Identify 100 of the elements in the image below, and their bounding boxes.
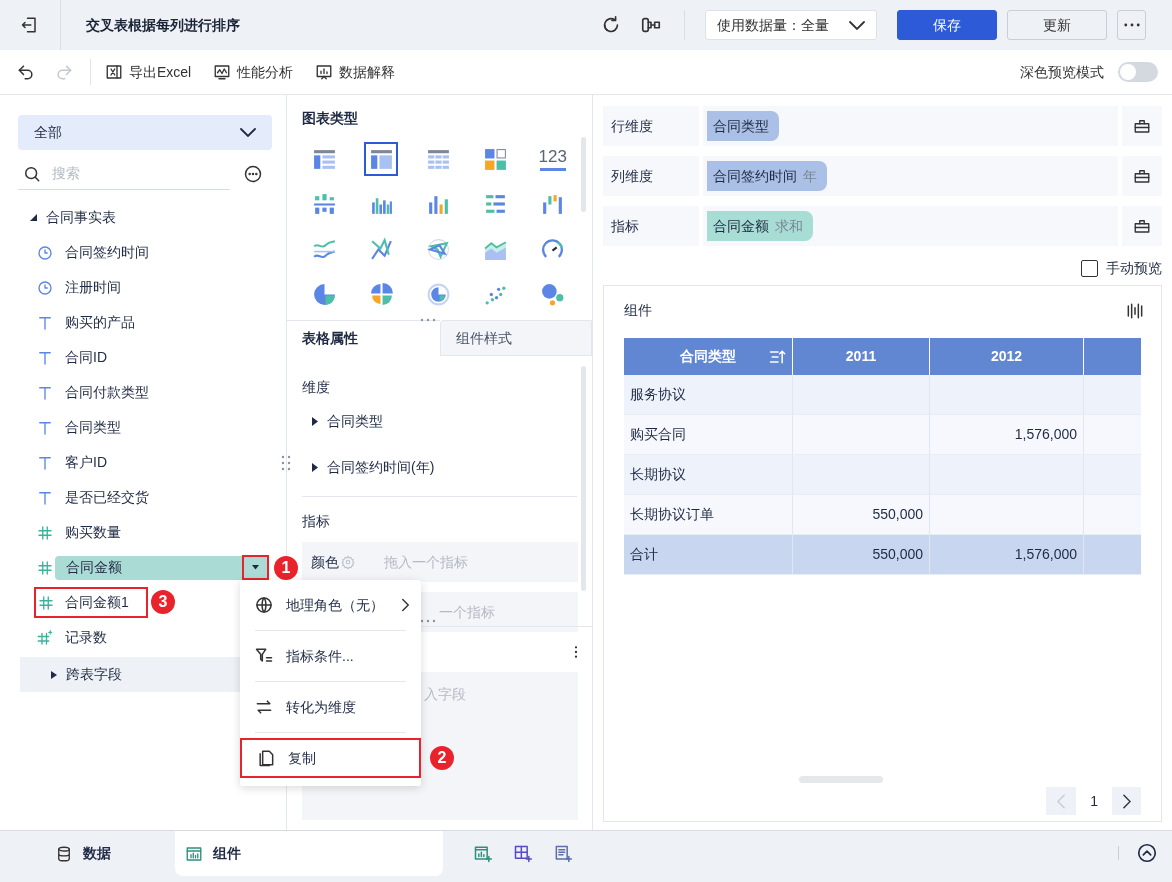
field-pill[interactable]: 合同金额 求和 (707, 211, 813, 241)
line-chart-icon (213, 63, 232, 81)
table-cell: 服务协议 (624, 375, 793, 414)
save-button[interactable]: 保存 (897, 10, 997, 40)
bar-chart-icon (315, 63, 334, 81)
drop-field[interactable]: 颜色 拖入一个指标 (302, 542, 578, 582)
explain-button[interactable]: 数据解释 (315, 61, 396, 83)
table-cell: 1,576,000 (930, 415, 1084, 454)
table-cell: 购买合同 (624, 415, 793, 454)
pill-label: 合同金额 (713, 216, 769, 236)
table-group-label: 跨表字段 (66, 665, 122, 684)
field-label[interactable]: 合同签约时间 (65, 242, 149, 263)
undo-icon (16, 62, 36, 82)
panel-tab[interactable]: 组件样式 (440, 320, 592, 356)
caret-right-icon[interactable] (50, 670, 58, 679)
grouped-chart-icon (311, 191, 337, 217)
swap-icon (254, 697, 274, 717)
field-menu-button[interactable] (242, 555, 269, 580)
placeholder-text: 拖入一个指标 (384, 552, 468, 572)
field-pill[interactable]: 合同签约时间 年 (707, 161, 827, 191)
field-pill[interactable]: 合同类型 (707, 111, 779, 141)
pie-chart-icon (311, 281, 337, 307)
hash-icon (36, 523, 54, 542)
scope-dropdown[interactable]: 全部 (18, 115, 272, 150)
scrollbar[interactable] (581, 137, 586, 212)
report-title: 交叉表根据每列进行排序 (86, 15, 240, 35)
dark-preview-toggle[interactable] (1118, 62, 1158, 82)
data-volume-dropdown[interactable]: 使用数据量：全量 (705, 10, 877, 40)
resize-handle-icon[interactable] (280, 454, 292, 472)
checkbox[interactable] (1081, 259, 1098, 277)
next-page-button[interactable] (1112, 787, 1141, 815)
clock-icon (36, 243, 54, 262)
excel-button[interactable]: 导出Excel (105, 61, 192, 83)
field-label[interactable]: 是否已经交货 (65, 487, 149, 508)
field-label[interactable]: 合同类型 (65, 417, 121, 438)
field-label[interactable]: 合同付款类型 (65, 382, 149, 403)
chevron-right-icon (1122, 793, 1131, 809)
kpi-chart-icon (483, 146, 509, 172)
table-cell: 550,000 (793, 495, 930, 534)
globe-icon (254, 595, 274, 615)
field-label[interactable]: 注册时间 (65, 277, 121, 298)
field-label[interactable]: 购买的产品 (65, 312, 135, 333)
field-label[interactable]: 合同ID (65, 347, 107, 368)
card-title: 组件 (624, 301, 652, 320)
aggregation-label: 年 (803, 166, 817, 186)
search-field[interactable]: 搜索 (52, 163, 202, 184)
selected-field-row[interactable]: 合同金额 (55, 555, 269, 580)
copy-icon (256, 748, 276, 768)
field-label[interactable]: 记录数 (65, 627, 107, 648)
field-label: 合同金额 (66, 558, 122, 577)
horizontal-scrollbar[interactable] (799, 776, 883, 783)
bottom-tab[interactable]: 数据 (0, 831, 175, 876)
briefcase-icon[interactable] (1133, 217, 1151, 235)
chevron-down-icon (849, 20, 865, 30)
field-label[interactable]: 合同金额1 (65, 592, 129, 613)
performance-button[interactable]: 性能分析 (213, 61, 294, 83)
table-cell: 长期协议 (624, 455, 793, 494)
section-title: 维度 (302, 378, 331, 397)
scrollbar[interactable] (581, 366, 586, 591)
shelf-drop-area[interactable]: 合同类型 (703, 106, 1118, 146)
section-title: 指标 (302, 512, 331, 531)
aggregation-label: 求和 (775, 216, 803, 236)
add-list-icon[interactable] (553, 843, 573, 864)
checkbox-label: 手动预览 (1106, 258, 1162, 278)
table-cell: 550,000 (793, 535, 930, 574)
dimension-item[interactable]: 合同类型 (302, 398, 577, 444)
more-options-button[interactable] (242, 163, 264, 185)
placeholder-text: 入字段 (424, 686, 466, 702)
menu-item[interactable]: 复制 (240, 738, 421, 778)
collapse-up-icon[interactable] (1136, 842, 1158, 864)
more-icon (1123, 23, 1140, 27)
bottom-tab[interactable]: 组件 (175, 831, 443, 876)
briefcase-icon[interactable] (1133, 117, 1151, 135)
dimension-label: 合同类型 (327, 411, 383, 431)
table-cell: 1,576,000 (930, 535, 1084, 574)
shelf-drop-area[interactable]: 合同金额 求和 (703, 206, 1118, 246)
shelf-label: 列维度 (603, 156, 699, 196)
spreadsheet-icon (105, 63, 123, 81)
briefcase-icon[interactable] (1133, 167, 1151, 185)
chart-type-option[interactable] (364, 142, 399, 176)
clock-icon (36, 278, 54, 297)
shelf-label: 行维度 (603, 106, 699, 146)
dark-preview-label: 深色预览模式 (1020, 62, 1104, 82)
field-label[interactable]: 客户ID (65, 452, 107, 473)
chart-icon (185, 844, 203, 863)
table-group-label: 合同事实表 (46, 208, 116, 227)
rose-chart-icon (368, 281, 394, 307)
more-button[interactable] (1117, 10, 1146, 40)
shelf-drop-area[interactable]: 合同签约时间 年 (703, 156, 1118, 196)
table-group-row[interactable]: 合同事实表 (0, 200, 286, 235)
table-cell: 合计 (624, 535, 793, 574)
shelf-label: 指标 (603, 206, 699, 246)
slot-label: 颜色 (311, 552, 339, 572)
update-button[interactable]: 更新 (1007, 10, 1107, 40)
add-grid-icon[interactable] (513, 843, 533, 864)
caret-down-icon[interactable] (30, 213, 38, 222)
dimension-item[interactable]: 合同签约时间(年) (302, 444, 577, 490)
hash-icon (37, 593, 55, 612)
field-label[interactable]: 购买数量 (65, 522, 121, 543)
callout-badge: 1 (274, 556, 298, 580)
